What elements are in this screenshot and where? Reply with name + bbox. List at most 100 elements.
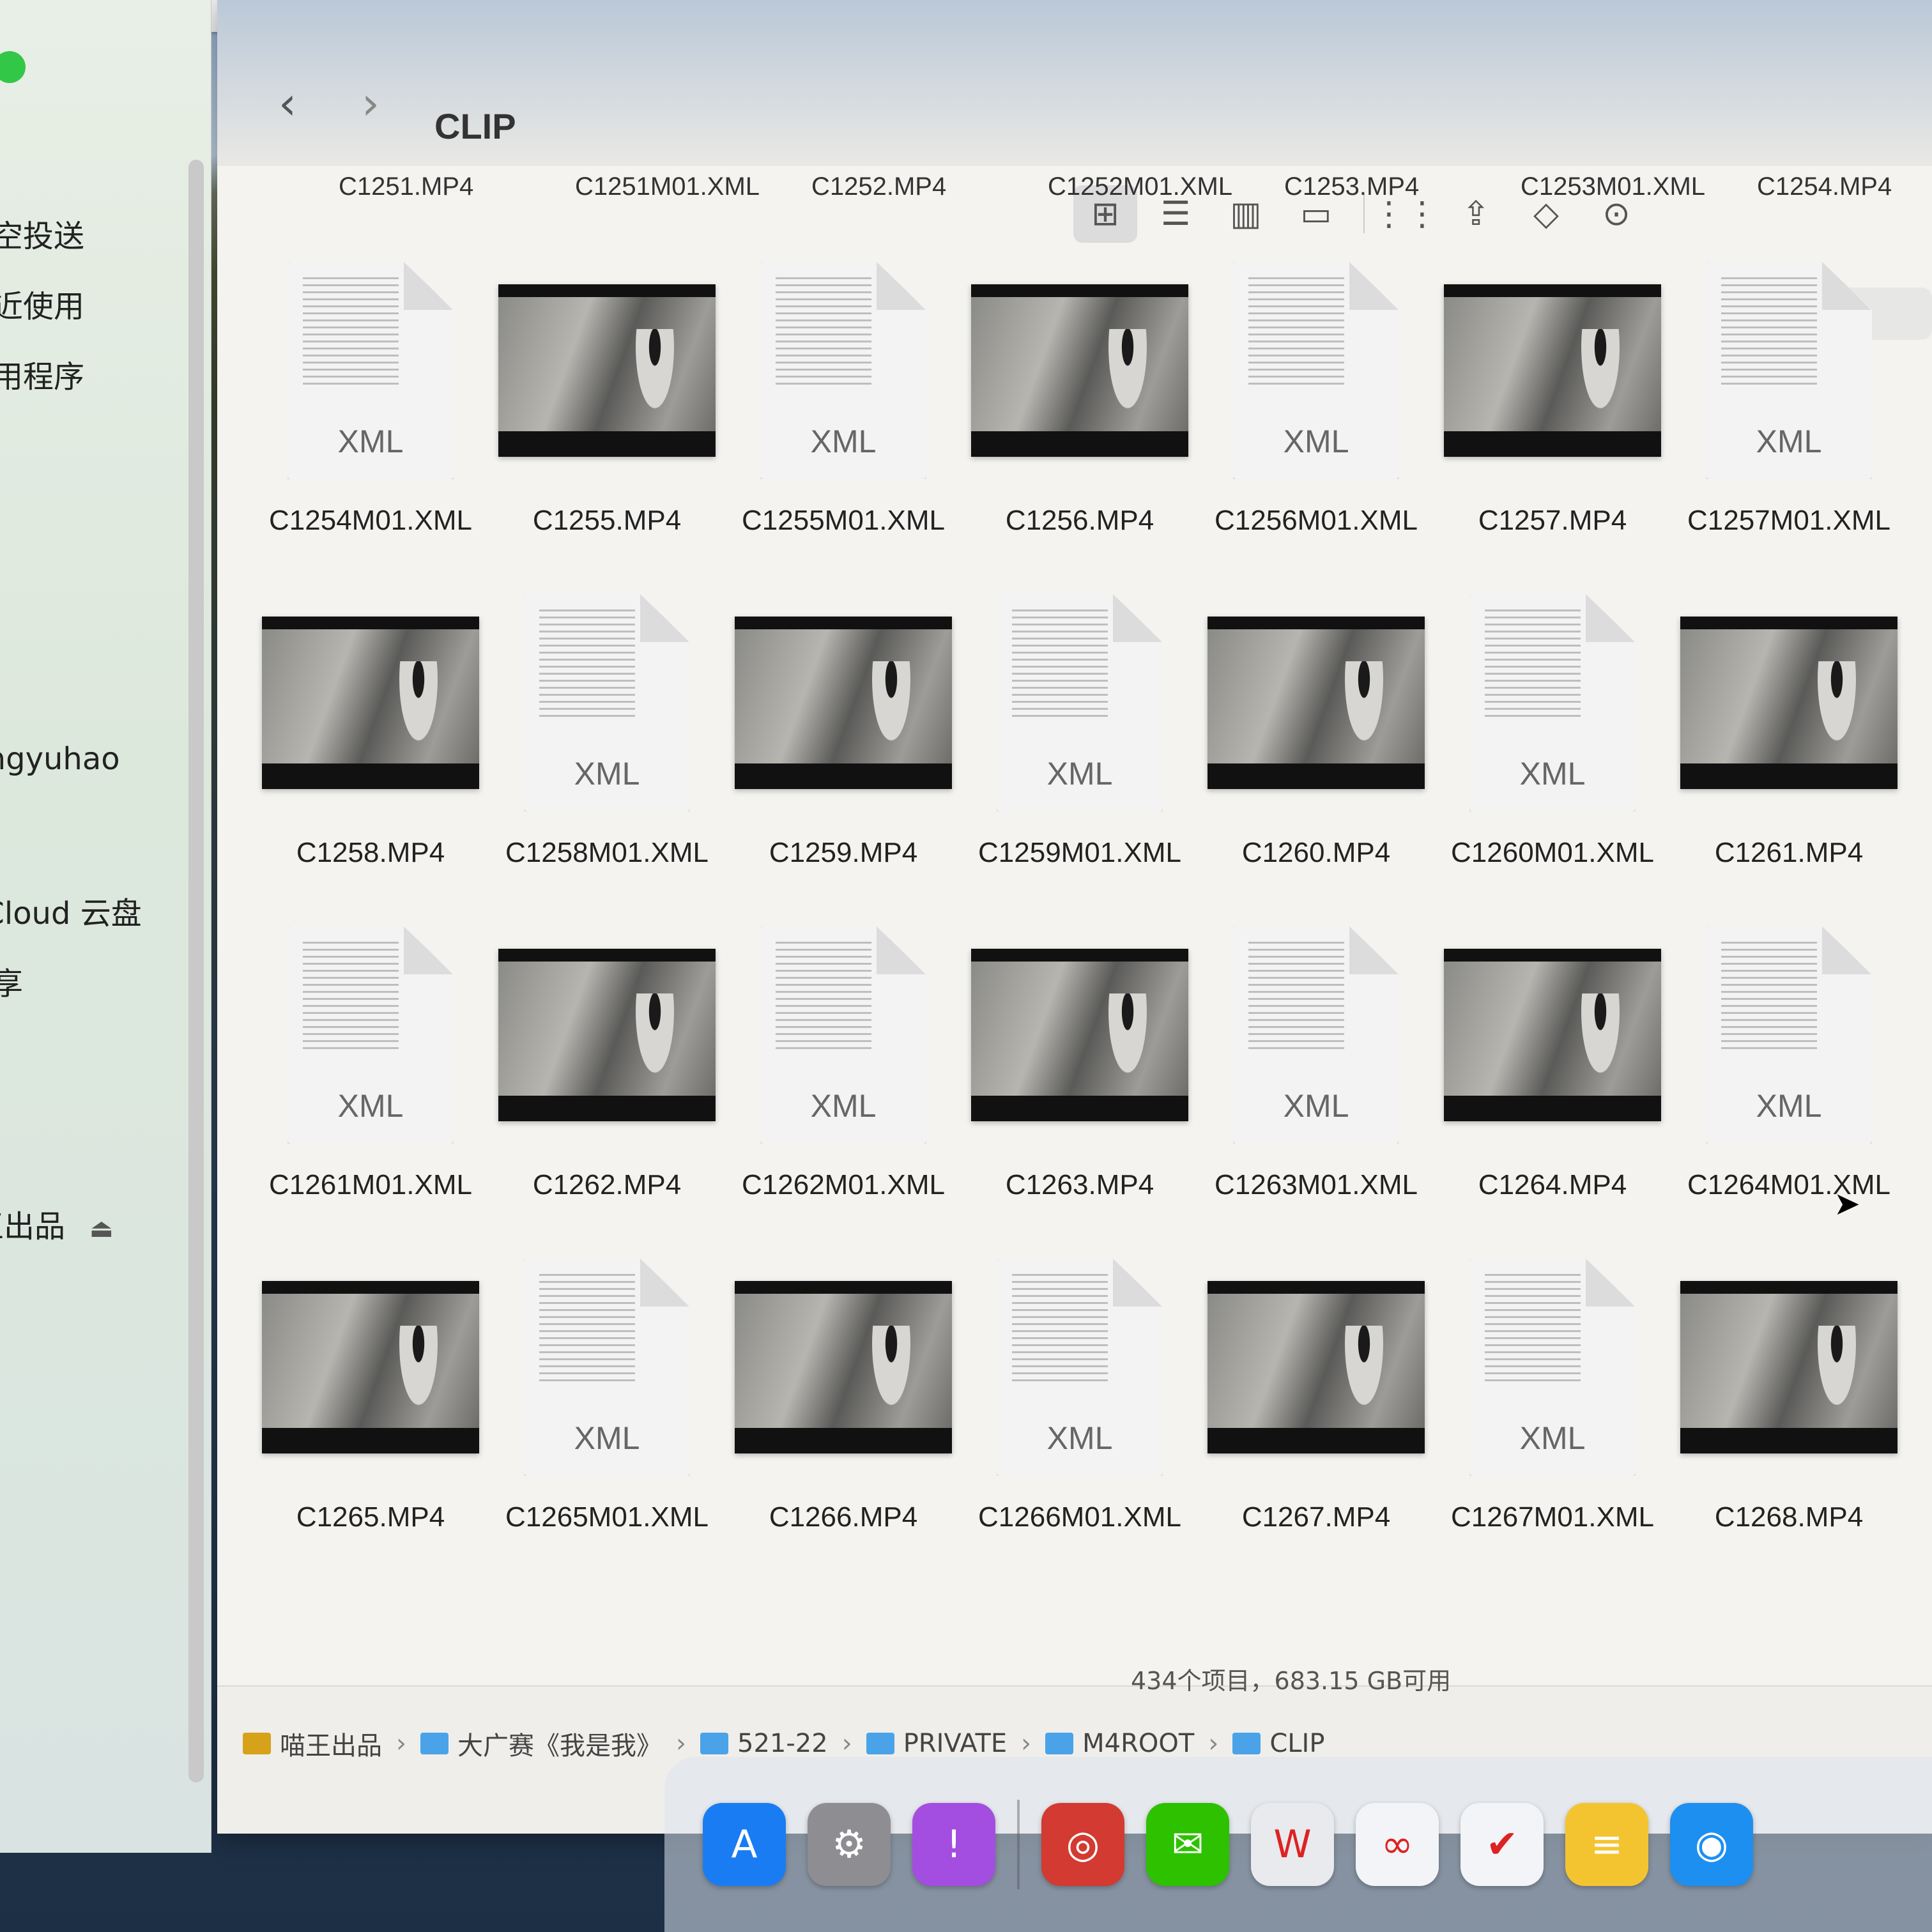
video-file-item[interactable]: C1265.MP4 [256, 1252, 486, 1584]
file-thumbnail[interactable]: XML [492, 588, 722, 818]
xml-file-item[interactable]: XML C1265M01.XML [492, 1252, 722, 1584]
video-file-item[interactable]: C1262.MP4 [492, 920, 722, 1252]
file-thumbnail[interactable]: XML [965, 1252, 1195, 1482]
xml-document-icon: XML [997, 594, 1163, 811]
person-figure [1814, 1326, 1859, 1415]
file-thumbnail[interactable] [492, 256, 722, 486]
sidebar-item[interactable]: 应用程序 [0, 351, 84, 396]
file-thumbnail[interactable] [1438, 920, 1667, 1150]
video-file-item[interactable]: C1259.MP4 [728, 588, 958, 920]
xml-file-item[interactable]: XML C1262M01.XML [728, 920, 958, 1252]
file-name-partial[interactable]: C1253M01.XML [1521, 172, 1705, 198]
video-file-item[interactable]: C1258.MP4 [256, 588, 486, 920]
file-thumbnail[interactable] [1201, 1252, 1431, 1482]
file-thumbnail[interactable]: XML [1438, 588, 1667, 818]
video-file-item[interactable]: C1261.MP4 [1674, 588, 1904, 920]
file-name: C1256M01.XML [1215, 505, 1418, 536]
xml-file-item[interactable]: XML C1255M01.XML [728, 256, 958, 588]
back-button[interactable]: ‹ [275, 77, 300, 130]
page-fold [1113, 1259, 1163, 1307]
xml-file-item[interactable]: XML C1263M01.XML [1201, 920, 1431, 1252]
baidu-netdisk-icon[interactable]: ∞ [1356, 1803, 1439, 1886]
file-thumbnail[interactable]: XML [1438, 1252, 1667, 1482]
video-file-item[interactable]: C1257.MP4 [1438, 256, 1667, 588]
xml-file-item[interactable]: XML C1261M01.XML [256, 920, 486, 1252]
video-file-item[interactable]: C1264.MP4 [1438, 920, 1667, 1252]
file-name-partial[interactable]: C1252M01.XML [1048, 172, 1232, 198]
feedback-icon[interactable]: ! [912, 1803, 995, 1886]
xml-file-item[interactable]: XML C1257M01.XML [1674, 256, 1904, 588]
file-name-partial[interactable]: C1253.MP4 [1284, 172, 1419, 198]
video-file-item[interactable]: C1256.MP4 [965, 256, 1195, 588]
file-thumbnail[interactable]: XML [256, 920, 486, 1150]
wechat-icon[interactable]: ✉ [1146, 1803, 1229, 1886]
file-thumbnail[interactable] [965, 920, 1195, 1150]
file-name: C1263.MP4 [1005, 1169, 1154, 1200]
sidebar-item[interactable]: 隔空投送 [0, 211, 84, 256]
wps-icon[interactable]: W [1251, 1803, 1334, 1886]
video-frame [1208, 1294, 1425, 1428]
xml-file-item[interactable]: XML C1258M01.XML [492, 588, 722, 920]
path-segment[interactable]: 521-22 [700, 1729, 828, 1758]
file-thumbnail[interactable] [1674, 588, 1904, 818]
file-thumbnail[interactable] [492, 920, 722, 1150]
xml-file-item[interactable]: XML C1267M01.XML [1438, 1252, 1667, 1584]
file-thumbnail[interactable] [1674, 1252, 1904, 1482]
file-thumbnail[interactable]: XML [728, 920, 958, 1150]
file-thumbnail[interactable] [965, 256, 1195, 486]
file-thumbnail[interactable] [256, 588, 486, 818]
file-thumbnail[interactable]: XML [728, 256, 958, 486]
file-thumbnail[interactable]: XML [1674, 256, 1904, 486]
xml-file-item[interactable]: XML C1259M01.XML [965, 588, 1195, 920]
chevron-right-icon: › [396, 1729, 406, 1758]
file-name-partial[interactable]: C1251.MP4 [339, 172, 473, 198]
netease-music-icon[interactable]: ◎ [1041, 1803, 1124, 1886]
system-settings-icon[interactable]: ⚙ [808, 1803, 891, 1886]
notes-icon[interactable]: ≡ [1565, 1803, 1648, 1886]
file-thumbnail[interactable] [1438, 256, 1667, 486]
sidebar-item[interactable]: 喵王出品 [0, 1201, 65, 1246]
file-thumbnail[interactable]: XML [1201, 920, 1431, 1150]
path-segment[interactable]: CLIP [1232, 1729, 1324, 1758]
file-thumbnail[interactable]: XML [492, 1252, 722, 1482]
video-file-item[interactable]: C1255.MP4 [492, 256, 722, 588]
file-name-partial[interactable]: C1254.MP4 [1757, 172, 1892, 198]
file-name-partial[interactable]: C1252.MP4 [811, 172, 946, 198]
path-segment[interactable]: 大广赛《我是我》 [420, 1725, 662, 1762]
forward-button[interactable]: › [358, 77, 383, 130]
sidebar-item[interactable]: iCloud 云盘 [0, 888, 142, 933]
file-thumbnail[interactable] [1201, 588, 1431, 818]
path-segment[interactable]: 喵王出品 [243, 1725, 382, 1762]
sidebar-item[interactable]: 最近使用 [0, 281, 84, 326]
video-file-item[interactable]: C1266.MP4 [728, 1252, 958, 1584]
video-file-item[interactable]: C1267.MP4 [1201, 1252, 1431, 1584]
xml-file-item[interactable]: XML C1260M01.XML [1438, 588, 1667, 920]
path-segment[interactable]: PRIVATE [866, 1729, 1007, 1758]
scrollbar[interactable] [188, 160, 204, 1782]
xml-file-item[interactable]: XML C1266M01.XML [965, 1252, 1195, 1584]
file-thumbnail[interactable]: XML [1674, 920, 1904, 1150]
vpn-icon[interactable]: ✔ [1460, 1803, 1544, 1886]
file-thumbnail[interactable]: XML [965, 588, 1195, 818]
xml-file-item[interactable]: XML C1264M01.XML [1674, 920, 1904, 1252]
xml-file-item[interactable]: XML C1256M01.XML [1201, 256, 1431, 588]
file-thumbnail[interactable] [728, 588, 958, 818]
file-thumbnail[interactable] [256, 1252, 486, 1482]
file-thumbnail[interactable]: XML [256, 256, 486, 486]
xml-document-icon: XML [1706, 262, 1872, 479]
video-file-item[interactable]: C1260.MP4 [1201, 588, 1431, 920]
sidebar-item[interactable]: 共享 [0, 958, 23, 1003]
video-file-item[interactable]: C1263.MP4 [965, 920, 1195, 1252]
file-thumbnail[interactable]: XML [1201, 256, 1431, 486]
path-segment[interactable]: M4ROOT [1045, 1729, 1194, 1758]
eject-icon[interactable]: ⏏ [89, 1214, 114, 1243]
sidebar-item[interactable]: wangyuhao [0, 741, 120, 777]
zoom-button[interactable] [0, 51, 26, 83]
file-thumbnail[interactable] [728, 1252, 958, 1482]
video-file-item[interactable]: C1268.MP4 [1674, 1252, 1904, 1584]
app-store-icon[interactable]: A [703, 1803, 786, 1886]
xml-file-item[interactable]: XML C1254M01.XML [256, 256, 486, 588]
file-name-partial[interactable]: C1251M01.XML [575, 172, 760, 198]
code-lines [539, 1274, 635, 1383]
qq-icon[interactable]: ◉ [1670, 1803, 1753, 1886]
